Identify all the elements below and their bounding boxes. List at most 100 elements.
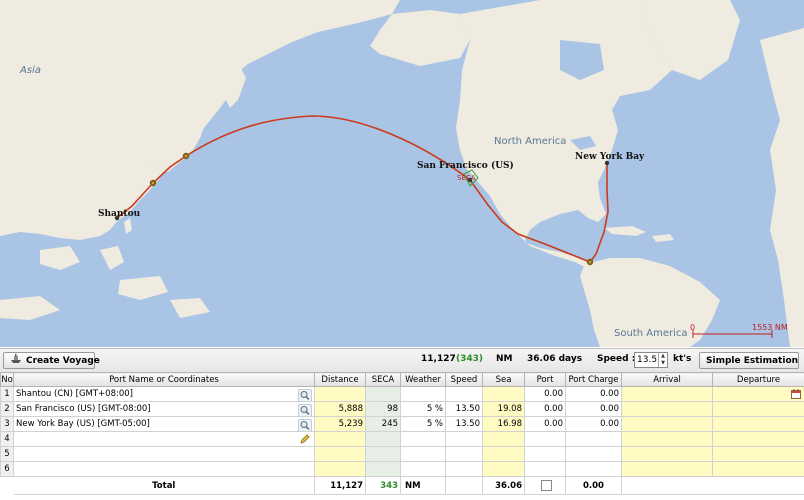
simple-estimation-button[interactable]: Simple Estimation bbox=[699, 352, 799, 369]
weather-cell[interactable] bbox=[400, 386, 446, 402]
speed-input[interactable]: 13.5 ▲ ▼ bbox=[634, 352, 668, 368]
port-name-cell[interactable]: New York Bay (US) [GMT-05:00] bbox=[13, 416, 315, 432]
port-label-san-francisco: San Francisco (US) bbox=[417, 160, 514, 171]
port-charge-cell[interactable] bbox=[565, 446, 622, 462]
voyage-port-table: No Port Name or Coordinates Distance SEC… bbox=[0, 372, 804, 495]
speed-cell[interactable]: 13.50 bbox=[445, 401, 483, 417]
departure-cell[interactable] bbox=[712, 431, 804, 447]
column-header[interactable]: Weather bbox=[400, 372, 446, 387]
speed-cell[interactable] bbox=[445, 446, 483, 462]
departure-cell[interactable] bbox=[712, 386, 804, 402]
departure-cell[interactable] bbox=[712, 416, 804, 432]
arrival-cell[interactable] bbox=[621, 416, 713, 432]
port-days-cell[interactable] bbox=[524, 431, 566, 447]
arrival-cell[interactable] bbox=[621, 401, 713, 417]
weather-cell[interactable] bbox=[400, 446, 446, 462]
column-header[interactable]: Departure bbox=[712, 372, 804, 387]
distance-cell[interactable] bbox=[314, 386, 366, 402]
speed-label: Speed : bbox=[597, 354, 636, 364]
column-header[interactable]: Sea bbox=[482, 372, 525, 387]
port-name-cell[interactable] bbox=[13, 461, 315, 477]
seca-cell[interactable] bbox=[365, 446, 401, 462]
table-row[interactable]: 6 bbox=[0, 461, 804, 477]
table-row[interactable]: 5 bbox=[0, 446, 804, 462]
search-port-button[interactable] bbox=[298, 389, 312, 401]
port-days-cell[interactable] bbox=[524, 461, 566, 477]
create-voyage-button[interactable]: Create Voyage bbox=[3, 352, 100, 369]
table-row[interactable]: 4 bbox=[0, 431, 804, 447]
speed-input-value: 13.5 bbox=[637, 355, 658, 365]
column-header[interactable]: No bbox=[0, 372, 14, 387]
table-row[interactable]: 2 San Francisco (US) [GMT-08:00] 5,888 9… bbox=[0, 401, 804, 417]
sea-cell[interactable]: 19.08 bbox=[482, 401, 525, 417]
column-header[interactable]: Speed bbox=[445, 372, 483, 387]
speed-cell[interactable] bbox=[445, 386, 483, 402]
seca-cell[interactable] bbox=[365, 386, 401, 402]
departure-cell[interactable] bbox=[712, 401, 804, 417]
table-row[interactable]: 1 Shantou (CN) [GMT+08:00] 0.00 0.00 bbox=[0, 386, 804, 402]
voyage-map[interactable]: Asia North America South America SECA Sh… bbox=[0, 0, 804, 347]
column-header[interactable]: Distance bbox=[314, 372, 366, 387]
pencil-icon[interactable] bbox=[300, 434, 310, 444]
departure-cell[interactable] bbox=[712, 446, 804, 462]
search-port-button[interactable] bbox=[298, 404, 312, 416]
column-header[interactable]: Port Charge bbox=[565, 372, 622, 387]
sea-cell[interactable] bbox=[482, 431, 525, 447]
port-charge-cell[interactable]: 0.00 bbox=[565, 386, 622, 402]
table-row[interactable]: 3 New York Bay (US) [GMT-05:00] 5,239 24… bbox=[0, 416, 804, 432]
arrival-cell[interactable] bbox=[621, 386, 713, 402]
speed-cell[interactable]: 13.50 bbox=[445, 416, 483, 432]
column-header[interactable]: SECA bbox=[365, 372, 401, 387]
table-header-row: No Port Name or Coordinates Distance SEC… bbox=[0, 372, 804, 387]
speed-cell[interactable] bbox=[445, 461, 483, 477]
sea-cell[interactable] bbox=[482, 461, 525, 477]
distance-cell[interactable] bbox=[314, 446, 366, 462]
speed-cell[interactable] bbox=[445, 431, 483, 447]
port-name-cell[interactable]: San Francisco (US) [GMT-08:00] bbox=[13, 401, 315, 417]
sea-cell[interactable] bbox=[482, 386, 525, 402]
distance-cell[interactable]: 5,888 bbox=[314, 401, 366, 417]
arrival-cell[interactable] bbox=[621, 461, 713, 477]
seca-label: SECA bbox=[457, 174, 476, 182]
port-charge-cell[interactable]: 0.00 bbox=[565, 401, 622, 417]
port-name-cell[interactable] bbox=[13, 431, 315, 447]
sea-cell[interactable] bbox=[482, 446, 525, 462]
port-days-cell[interactable]: 0.00 bbox=[524, 386, 566, 402]
seca-cell[interactable]: 98 bbox=[365, 401, 401, 417]
departure-cell[interactable] bbox=[712, 461, 804, 477]
arrival-cell[interactable] bbox=[621, 446, 713, 462]
seca-cell[interactable] bbox=[365, 431, 401, 447]
weather-cell[interactable] bbox=[400, 431, 446, 447]
search-icon bbox=[300, 391, 310, 401]
port-days-cell[interactable]: 0.00 bbox=[524, 416, 566, 432]
seca-cell[interactable] bbox=[365, 461, 401, 477]
search-port-button[interactable] bbox=[298, 419, 312, 431]
row-number: 3 bbox=[0, 416, 14, 432]
seca-cell[interactable]: 245 bbox=[365, 416, 401, 432]
port-checkbox[interactable] bbox=[540, 479, 552, 491]
port-name-cell[interactable]: Shantou (CN) [GMT+08:00] bbox=[13, 386, 315, 402]
port-label-new-york: New York Bay bbox=[575, 152, 645, 162]
port-charge-cell[interactable]: 0.00 bbox=[565, 416, 622, 432]
port-charge-cell[interactable] bbox=[565, 461, 622, 477]
total-port-checkbox-cell[interactable] bbox=[524, 476, 566, 495]
distance-cell[interactable] bbox=[314, 461, 366, 477]
calendar-icon[interactable] bbox=[791, 389, 801, 399]
kts-unit-label: kt's bbox=[673, 354, 692, 364]
weather-cell[interactable] bbox=[400, 461, 446, 477]
port-charge-cell[interactable] bbox=[565, 431, 622, 447]
port-name-cell[interactable] bbox=[13, 446, 315, 462]
column-header[interactable]: Port bbox=[524, 372, 566, 387]
port-days-cell[interactable]: 0.00 bbox=[524, 401, 566, 417]
speed-spinner[interactable]: ▲ ▼ bbox=[658, 353, 667, 367]
create-voyage-label: Create Voyage bbox=[26, 356, 100, 366]
distance-cell[interactable] bbox=[314, 431, 366, 447]
sea-cell[interactable]: 16.98 bbox=[482, 416, 525, 432]
column-header[interactable]: Port Name or Coordinates bbox=[13, 372, 315, 387]
weather-cell[interactable]: 5 % bbox=[400, 401, 446, 417]
port-days-cell[interactable] bbox=[524, 446, 566, 462]
distance-cell[interactable]: 5,239 bbox=[314, 416, 366, 432]
arrival-cell[interactable] bbox=[621, 431, 713, 447]
column-header[interactable]: Arrival bbox=[621, 372, 713, 387]
weather-cell[interactable]: 5 % bbox=[400, 416, 446, 432]
